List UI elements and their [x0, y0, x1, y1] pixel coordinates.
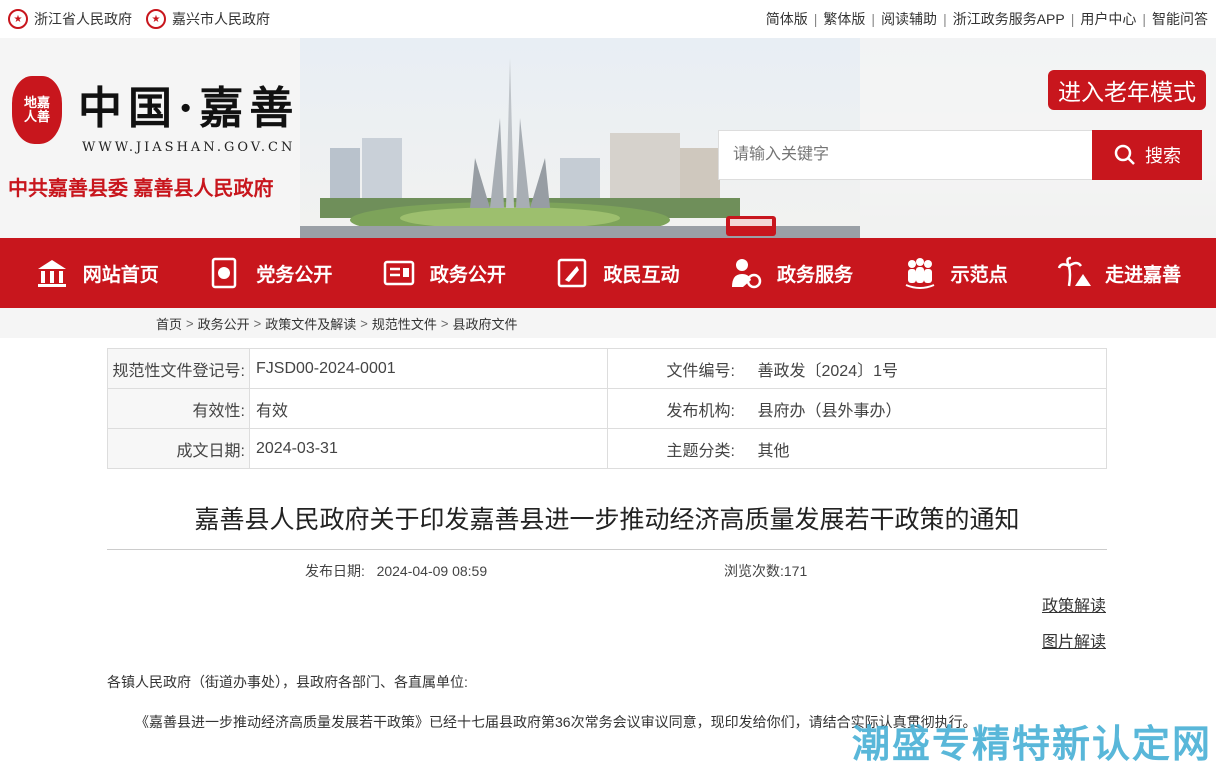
- search-button[interactable]: 搜索: [1092, 130, 1202, 180]
- table-row: 有效性: 有效 发布机构: 县府办（县外事办）: [108, 389, 1107, 429]
- salutation: 各镇人民政府（街道办事处），县政府各部门、各直属单位:: [107, 672, 468, 692]
- main-nav: 网站首页 党务公开 政务公开 政民互动 政务服务 示范点 走进嘉善: [0, 238, 1216, 308]
- reg-no-label: 规范性文件登记号:: [108, 349, 250, 389]
- breadcrumb-separator: >: [360, 316, 368, 331]
- nav-label: 党务公开: [256, 260, 332, 287]
- breadcrumb-separator: >: [186, 316, 194, 331]
- topic-value: 其他: [758, 429, 1107, 469]
- nav-gov-info[interactable]: 政务公开: [382, 256, 506, 290]
- breadcrumb-normative[interactable]: 规范性文件: [372, 314, 437, 333]
- search-button-label: 搜索: [1145, 142, 1181, 168]
- smart-qa-link[interactable]: 智能问答: [1152, 9, 1208, 29]
- nav-home[interactable]: 网站首页: [35, 256, 159, 290]
- site-link-label: 浙江省人民政府: [34, 9, 132, 29]
- site-link-zhejiang[interactable]: ★ 浙江省人民政府: [8, 9, 132, 29]
- gov-info-icon: [382, 256, 416, 290]
- emblem-icon: ★: [8, 9, 28, 29]
- palm-icon: [1057, 256, 1091, 290]
- header-banner: 地嘉人善 中国·嘉善 WWW.JIASHAN.GOV.CN 中共嘉善县委 嘉善县…: [0, 38, 1216, 238]
- separator: |: [871, 11, 875, 27]
- breadcrumb-policy[interactable]: 政策文件及解读: [265, 314, 356, 333]
- top-bar: ★ 浙江省人民政府 ★ 嘉兴市人民政府 简体版 | 繁体版 | 阅读辅助 | 浙江政务…: [0, 0, 1216, 38]
- separator: |: [943, 11, 947, 27]
- policy-interpretation-link[interactable]: 政策解读: [1042, 592, 1106, 616]
- topic-label: 主题分类:: [608, 429, 758, 469]
- issuer-label: 发布机构:: [608, 389, 758, 429]
- user-center-link[interactable]: 用户中心: [1080, 9, 1136, 29]
- image-interpretation-link[interactable]: 图片解读: [1042, 628, 1106, 652]
- watermark-text: 潮盛专精特新认定网: [852, 713, 1212, 768]
- service-icon: [729, 256, 763, 290]
- view-count: 浏览次数:171: [724, 561, 807, 581]
- document-meta-table: 规范性文件登记号: FJSD00-2024-0001 文件编号: 善政发〔202…: [107, 348, 1107, 469]
- traditional-link[interactable]: 繁体版: [823, 9, 865, 29]
- site-title: 中国·嘉善: [78, 72, 299, 136]
- related-sites: ★ 浙江省人民政府 ★ 嘉兴市人民政府: [8, 9, 270, 29]
- article-title: 嘉善县人民政府关于印发嘉善县进一步推动经济高质量发展若干政策的通知: [107, 500, 1107, 536]
- elder-mode-button[interactable]: 进入老年模式: [1048, 70, 1206, 110]
- nav-interaction[interactable]: 政民互动: [555, 256, 679, 290]
- view-count-label: 浏览次数:: [724, 563, 784, 579]
- date-label: 成文日期:: [108, 429, 250, 469]
- doc-no-value: 善政发〔2024〕1号: [758, 349, 1107, 389]
- date-value: 2024-03-31: [250, 429, 608, 469]
- publish-date-label: 发布日期:: [305, 563, 365, 579]
- nav-label: 政务公开: [430, 260, 506, 287]
- separator: |: [814, 11, 818, 27]
- breadcrumb-home[interactable]: 首页: [156, 314, 182, 333]
- search-bar: 搜索: [718, 130, 1202, 180]
- nav-label: 政民互动: [603, 260, 679, 287]
- nav-label: 示范点: [951, 260, 1008, 287]
- seal-logo: 地嘉人善: [12, 76, 62, 144]
- site-link-label: 嘉兴市人民政府: [172, 9, 270, 29]
- validity-value: 有效: [250, 389, 608, 429]
- party-icon: [208, 256, 242, 290]
- site-link-jiaxing[interactable]: ★ 嘉兴市人民政府: [146, 9, 270, 29]
- nav-service[interactable]: 政务服务: [729, 256, 853, 290]
- doc-no-label: 文件编号:: [608, 349, 758, 389]
- simplified-link[interactable]: 简体版: [766, 9, 808, 29]
- breadcrumb-county-docs[interactable]: 县政府文件: [452, 314, 517, 333]
- people-icon: [903, 256, 937, 290]
- publish-date-value: 2024-04-09 08:59: [377, 563, 488, 579]
- nav-label: 政务服务: [777, 260, 853, 287]
- separator: |: [1071, 11, 1075, 27]
- title-divider: [107, 549, 1107, 550]
- breadcrumb-separator: >: [254, 316, 262, 331]
- app-link[interactable]: 浙江政务服务APP: [953, 9, 1065, 29]
- body-paragraph: 《嘉善县进一步推动经济高质量发展若干政策》已经十七届县政府第36次常务会议审议同…: [135, 712, 977, 732]
- validity-label: 有效性:: [108, 389, 250, 429]
- site-url: WWW.JIASHAN.GOV.CN: [82, 140, 295, 155]
- breadcrumb-gov-info[interactable]: 政务公开: [198, 314, 250, 333]
- search-icon: [1113, 143, 1137, 167]
- reg-no-value: FJSD00-2024-0001: [250, 349, 608, 389]
- nav-about[interactable]: 走进嘉善: [1057, 256, 1181, 290]
- reading-aid-link[interactable]: 阅读辅助: [881, 9, 937, 29]
- table-row: 成文日期: 2024-03-31 主题分类: 其他: [108, 429, 1107, 469]
- view-count-value: 171: [784, 563, 807, 579]
- emblem-icon: ★: [146, 9, 166, 29]
- search-input[interactable]: [718, 130, 1092, 180]
- site-subtitle: 中共嘉善县委 嘉善县人民政府: [8, 172, 274, 201]
- publish-date: 发布日期: 2024-04-09 08:59: [305, 561, 487, 581]
- breadcrumb: 首页> 政务公开> 政策文件及解读> 规范性文件> 县政府文件: [0, 308, 1216, 338]
- utility-links: 简体版 | 繁体版 | 阅读辅助 | 浙江政务服务APP | 用户中心 | 智能问答: [766, 9, 1208, 29]
- table-row: 规范性文件登记号: FJSD00-2024-0001 文件编号: 善政发〔202…: [108, 349, 1107, 389]
- home-icon: [35, 256, 69, 290]
- nav-label: 网站首页: [83, 260, 159, 287]
- nav-demo[interactable]: 示范点: [903, 256, 1008, 290]
- issuer-value: 县府办（县外事办）: [758, 389, 1107, 429]
- separator: |: [1142, 11, 1146, 27]
- nav-party[interactable]: 党务公开: [208, 256, 332, 290]
- interaction-icon: [555, 256, 589, 290]
- nav-label: 走进嘉善: [1105, 260, 1181, 287]
- breadcrumb-separator: >: [441, 316, 449, 331]
